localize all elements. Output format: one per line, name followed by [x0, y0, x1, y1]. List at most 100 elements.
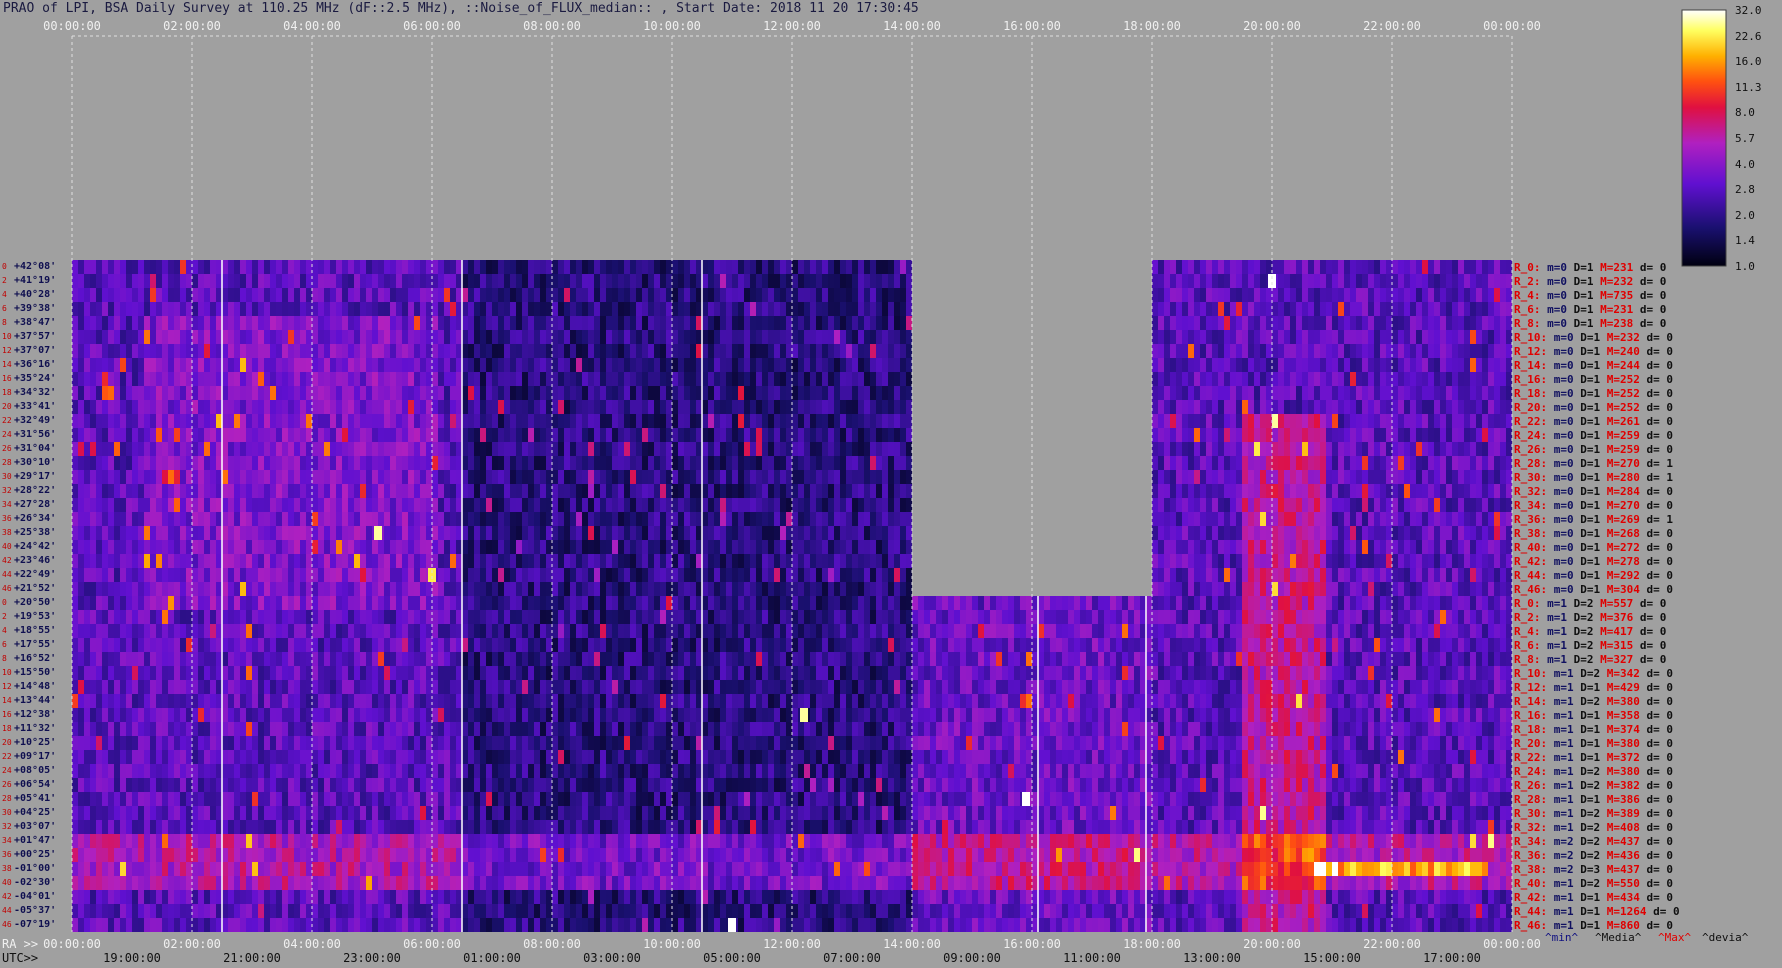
heatmap-cell — [204, 442, 210, 456]
heatmap-cell — [582, 414, 588, 428]
heatmap-cell — [462, 652, 468, 666]
heatmap-cell — [516, 554, 522, 568]
heatmap-cell — [330, 442, 336, 456]
heatmap-cell — [462, 498, 468, 512]
heatmap-cell — [192, 330, 198, 344]
heatmap-cell — [468, 820, 474, 834]
heatmap-cell — [366, 274, 372, 288]
heatmap-cell — [186, 540, 192, 554]
heatmap-cell — [234, 750, 240, 764]
heatmap-cell — [414, 302, 420, 316]
heatmap-cell — [192, 652, 198, 666]
heatmap-cell — [540, 540, 546, 554]
heatmap-cell — [612, 610, 618, 624]
heatmap-cell — [342, 680, 348, 694]
heatmap-cell — [372, 890, 378, 904]
heatmap-cell — [342, 442, 348, 456]
heatmap-cell — [342, 764, 348, 778]
heatmap-cell — [282, 274, 288, 288]
heatmap-cell — [618, 344, 624, 358]
heatmap-cell — [318, 638, 324, 652]
heatmap-cell — [666, 358, 672, 372]
heatmap-cell — [216, 428, 222, 442]
heatmap-cell — [222, 470, 228, 484]
heatmap-cell — [366, 764, 372, 778]
heatmap-cell — [636, 792, 642, 806]
heatmap-cell — [690, 736, 696, 750]
heatmap-cell — [570, 344, 576, 358]
heatmap-cell — [438, 708, 444, 722]
heatmap-cell — [324, 484, 330, 498]
heatmap-cell — [318, 722, 324, 736]
heatmap-cell — [630, 834, 636, 848]
heatmap-cell — [180, 862, 186, 876]
heatmap-cell — [480, 540, 486, 554]
heatmap-cell — [564, 372, 570, 386]
heatmap-cell — [204, 736, 210, 750]
heatmap-cell — [186, 414, 192, 428]
heatmap-cell — [84, 470, 90, 484]
heatmap-cell — [144, 442, 150, 456]
heatmap-cell — [390, 736, 396, 750]
heatmap-cell — [306, 848, 312, 862]
heatmap-cell — [96, 442, 102, 456]
heatmap-cell — [618, 610, 624, 624]
heatmap-cell — [444, 344, 450, 358]
heatmap-cell — [198, 820, 204, 834]
heatmap-cell — [234, 568, 240, 582]
heatmap-cell — [426, 764, 432, 778]
heatmap-cell — [186, 442, 192, 456]
heatmap-cell — [162, 302, 168, 316]
heatmap-cell — [462, 778, 468, 792]
heatmap-cell — [486, 666, 492, 680]
heatmap-cell — [300, 708, 306, 722]
heatmap-cell — [84, 498, 90, 512]
heatmap-cell — [444, 750, 450, 764]
heatmap-cell — [348, 680, 354, 694]
heatmap-cell — [264, 372, 270, 386]
heatmap-cell — [618, 512, 624, 526]
heatmap-cell — [618, 554, 624, 568]
heatmap-cell — [96, 568, 102, 582]
heatmap-cell — [666, 680, 672, 694]
heatmap-cell — [312, 610, 318, 624]
heatmap-cell — [468, 624, 474, 638]
heatmap-cell — [654, 680, 660, 694]
heatmap-cell — [174, 834, 180, 848]
heatmap-cell — [144, 400, 150, 414]
heatmap-cell — [432, 414, 438, 428]
heatmap-cell — [300, 778, 306, 792]
heatmap-cell — [162, 904, 168, 918]
heatmap-cell — [264, 708, 270, 722]
heatmap-cell — [132, 358, 138, 372]
heatmap-cell — [78, 554, 84, 568]
heatmap-cell — [654, 596, 660, 610]
heatmap-cell — [684, 526, 690, 540]
heatmap-cell — [390, 540, 396, 554]
heatmap-cell — [672, 316, 678, 330]
heatmap-cell — [96, 806, 102, 820]
heatmap-cell — [600, 848, 606, 862]
heatmap-cell — [294, 764, 300, 778]
heatmap-cell — [588, 274, 594, 288]
heatmap-cell — [78, 596, 84, 610]
heatmap-cell — [384, 862, 390, 876]
heatmap-cell — [522, 862, 528, 876]
heatmap-cell — [102, 890, 108, 904]
heatmap-cell — [402, 386, 408, 400]
heatmap-cell — [426, 288, 432, 302]
heatmap-cell — [672, 428, 678, 442]
heatmap-cell — [648, 666, 654, 680]
heatmap-cell — [558, 330, 564, 344]
heatmap-cell — [102, 456, 108, 470]
heatmap-cell — [546, 764, 552, 778]
heatmap-cell — [588, 652, 594, 666]
heatmap-cell — [84, 456, 90, 470]
heatmap-cell — [588, 344, 594, 358]
heatmap-cell — [204, 904, 210, 918]
heatmap-cell — [84, 764, 90, 778]
heatmap-cell — [282, 442, 288, 456]
heatmap-cell — [300, 666, 306, 680]
heatmap-cell — [504, 890, 510, 904]
heatmap-cell — [576, 470, 582, 484]
